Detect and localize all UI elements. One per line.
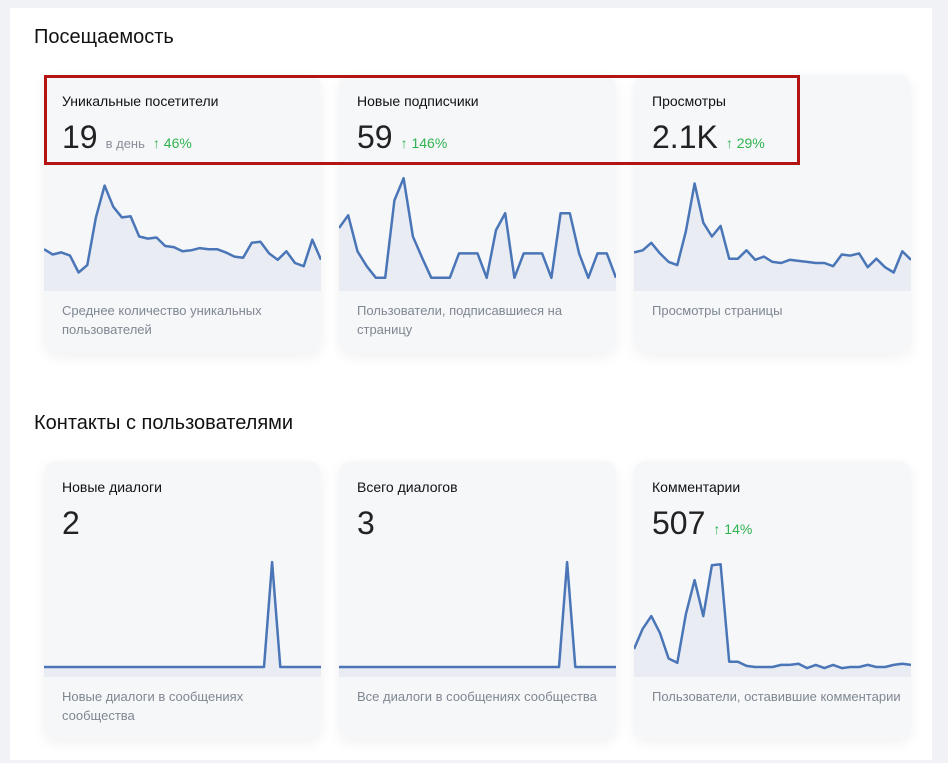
arrow-up-icon: ↑ — [152, 135, 160, 151]
sparkline-chart — [634, 562, 911, 677]
metric-delta: ↑ 46% — [152, 135, 192, 151]
metric-value: 2.1K — [652, 119, 718, 155]
sparkline-chart — [634, 182, 911, 291]
metric: 3 — [357, 505, 375, 542]
arrow-up-icon: ↑ — [725, 135, 733, 151]
metric-value: 507 — [652, 505, 706, 541]
metric-value: 19 — [62, 119, 98, 155]
card-description: Пользователи, подписавшиеся на страницу — [357, 303, 563, 337]
metric: 507 ↑ 14% — [652, 505, 752, 542]
card-title: Всего диалогов — [357, 479, 458, 495]
sparkline-chart — [44, 184, 321, 291]
card-views[interactable]: Просмотры 2.1K ↑ 29% Просмотры страницы — [634, 75, 911, 353]
card-title: Комментарии — [652, 479, 741, 495]
metric-value: 3 — [357, 505, 375, 541]
card-new-subscribers[interactable]: Новые подписчики 59 ↑ 146% Пользователи,… — [339, 75, 616, 353]
card-description: Новые диалоги в сообщениях сообщества — [62, 689, 244, 723]
card-total-dialogs[interactable]: Всего диалогов 3 Все диалоги в сообщения… — [339, 461, 616, 739]
metric: 59 ↑ 146% — [357, 119, 447, 156]
card-title: Уникальные посетители — [62, 93, 219, 109]
metric: 2 — [62, 505, 80, 542]
sparkline-line — [44, 560, 321, 669]
metric: 19 в день ↑ 46% — [62, 119, 192, 156]
sparkline-area — [634, 564, 911, 677]
metric-unit: в день — [105, 136, 145, 151]
sparkline-chart — [339, 560, 616, 677]
section-title-attendance: Посещаемость — [34, 26, 174, 48]
section-title-contacts: Контакты с пользователями — [34, 412, 294, 434]
sparkline-chart — [44, 560, 321, 677]
card-title: Новые подписчики — [357, 93, 479, 109]
metric-delta: ↑ 29% — [725, 135, 765, 151]
sparkline-area — [44, 185, 321, 291]
metric-value: 2 — [62, 505, 80, 541]
card-description: Просмотры страницы — [652, 303, 783, 318]
sparkline-line — [634, 562, 911, 670]
card-description: Все диалоги в сообщениях сообщества — [357, 689, 597, 704]
sparkline-line — [339, 560, 616, 669]
sparkline-line — [634, 182, 911, 274]
metric-value: 59 — [357, 119, 393, 155]
arrow-up-icon: ↑ — [400, 135, 408, 151]
card-unique-visitors[interactable]: Уникальные посетители 19 в день ↑ 46% Ср… — [44, 75, 321, 353]
card-description: Пользователи, оставившие комментарии — [652, 689, 901, 704]
arrow-up-icon: ↑ — [713, 521, 721, 537]
card-comments[interactable]: Комментарии 507 ↑ 14% Пользователи, оста… — [634, 461, 911, 739]
card-new-dialogs[interactable]: Новые диалоги 2 Новые диалоги в сообщени… — [44, 461, 321, 739]
card-title: Просмотры — [652, 93, 726, 109]
metric-delta: ↑ 146% — [400, 135, 448, 151]
card-description: Среднее количество уникальных пользовате… — [62, 303, 262, 337]
metric: 2.1K ↑ 29% — [652, 119, 765, 156]
metric-delta: ↑ 14% — [713, 521, 753, 537]
sparkline-area — [634, 183, 911, 291]
sparkline-chart — [339, 176, 616, 291]
card-title: Новые диалоги — [62, 479, 162, 495]
